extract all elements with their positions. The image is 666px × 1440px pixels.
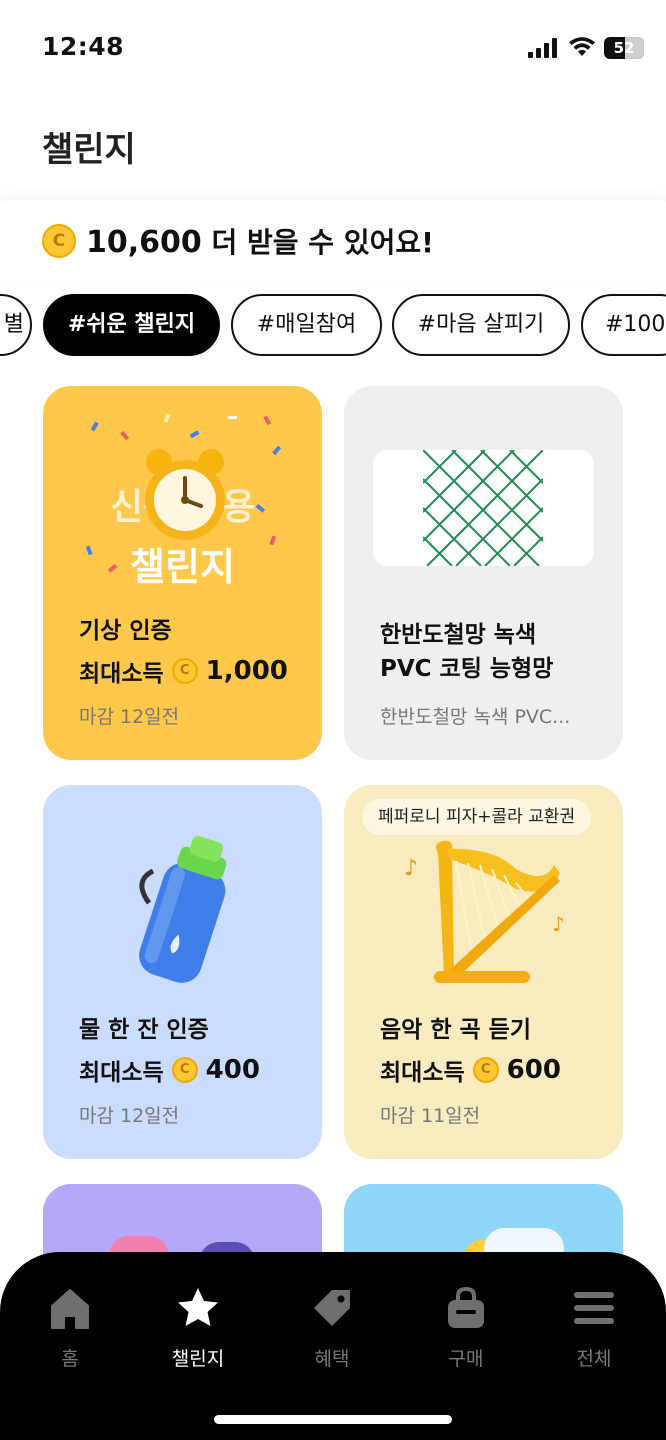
- card-subtitle: 한반도철망 녹색 PVC...: [380, 706, 571, 728]
- coin-icon: C: [171, 1057, 198, 1083]
- challenge-card-wakeup[interactable]: 신규 전용 챌린지 기상 인증 최대소득 C 1,000 마감 12일전: [43, 386, 322, 760]
- bottom-nav: 홈 챌린지 혜택 구매 전체: [0, 1252, 666, 1440]
- status-bar: 12:48 52: [0, 0, 666, 96]
- battery-level: 52: [613, 39, 635, 57]
- page-title: 챌린지: [42, 130, 136, 170]
- card-title: 물 한 잔 인증: [79, 1017, 209, 1043]
- tag-chip-partial[interactable]: 별: [0, 294, 32, 356]
- card-reward: 최대소득 C 600: [380, 1053, 561, 1087]
- card-title: 음악 한 곡 듣기: [380, 1017, 531, 1043]
- card-deadline: 마감 12일전: [79, 1105, 180, 1127]
- reward-badge: 페퍼로니 피자+콜라 교환권: [362, 799, 592, 835]
- product-card-fence[interactable]: 한반도철망 녹색 PVC 코팅 능형망 한반도철망 녹색 PVC...: [344, 386, 623, 760]
- nav-label: 구매: [448, 1348, 484, 1370]
- nav-item-home[interactable]: 홈: [15, 1286, 125, 1376]
- card-reward: 최대소득 C 400: [79, 1053, 260, 1087]
- card-deadline: 마감 12일전: [79, 706, 180, 728]
- water-bottle-icon: [139, 835, 227, 983]
- menu-icon: [574, 1292, 614, 1324]
- svg-text:♪: ♪: [404, 856, 418, 881]
- card-title: 기상 인증: [79, 618, 172, 644]
- signal-icon: [528, 38, 557, 58]
- promo-line2: 챌린지: [130, 545, 235, 589]
- coin-icon: C: [42, 224, 76, 258]
- nav-item-challenge[interactable]: 챌린지: [143, 1286, 253, 1376]
- nav-label: 홈: [61, 1348, 79, 1370]
- alarm-clock-icon: [145, 449, 225, 540]
- card-title-line1: 한반도철망 녹색: [380, 622, 537, 648]
- battery-icon: 52: [604, 37, 644, 59]
- reward-suffix: 더 받을 수 있어요!: [201, 226, 434, 259]
- nav-label: 혜택: [314, 1348, 350, 1370]
- card-reward: 최대소득 C 1,000: [79, 654, 288, 688]
- reward-amount: 1,000: [205, 656, 288, 686]
- tag-chip-mind[interactable]: #마음 살피기: [392, 294, 570, 356]
- coin-icon: C: [171, 658, 198, 684]
- harp-icon: ♪ ♪: [404, 840, 565, 983]
- challenge-card-water[interactable]: 물 한 잔 인증 최대소득 C 400 마감 12일전: [43, 785, 322, 1159]
- svg-text:♪: ♪: [552, 912, 565, 936]
- reward-label: 최대소득: [79, 661, 164, 687]
- product-image: [373, 450, 594, 566]
- reward-amount: 600: [506, 1055, 561, 1085]
- challenge-card-music[interactable]: 페퍼로니 피자+콜라 교환권 ♪ ♪ 음악 한 곡 듣기 최대소득 C 600 …: [344, 785, 623, 1159]
- card-deadline: 마감 11일전: [380, 1105, 481, 1127]
- home-indicator[interactable]: [214, 1415, 452, 1424]
- reward-amount: 10,600: [86, 225, 202, 260]
- home-icon: [51, 1289, 89, 1329]
- wifi-icon: [569, 37, 595, 56]
- reward-label: 최대소득: [79, 1060, 164, 1086]
- tag-chip-easy[interactable]: #쉬운 챌린지: [43, 294, 220, 356]
- tag-chip-daily[interactable]: #매일참여: [231, 294, 382, 356]
- nav-item-purchase[interactable]: 구매: [411, 1286, 521, 1376]
- nav-label: 전체: [576, 1348, 612, 1370]
- chain-link-fence-image: [423, 450, 543, 566]
- reward-summary: 10,600 더 받을 수 있어요!: [86, 221, 434, 261]
- tag-chip-1000[interactable]: #1000: [581, 294, 666, 356]
- nav-item-benefit[interactable]: 혜택: [277, 1286, 387, 1376]
- shopping-bag-icon: [448, 1286, 484, 1328]
- nav-item-all[interactable]: 전체: [539, 1286, 649, 1376]
- tag-icon: [314, 1290, 350, 1326]
- card-title-line2: PVC 코팅 능형망: [380, 656, 554, 682]
- reward-amount: 400: [205, 1055, 260, 1085]
- status-time: 12:48: [42, 32, 125, 61]
- coin-icon: C: [472, 1057, 499, 1083]
- reward-label: 최대소득: [380, 1060, 465, 1086]
- nav-label: 챌린지: [171, 1348, 225, 1370]
- star-icon: [178, 1288, 218, 1326]
